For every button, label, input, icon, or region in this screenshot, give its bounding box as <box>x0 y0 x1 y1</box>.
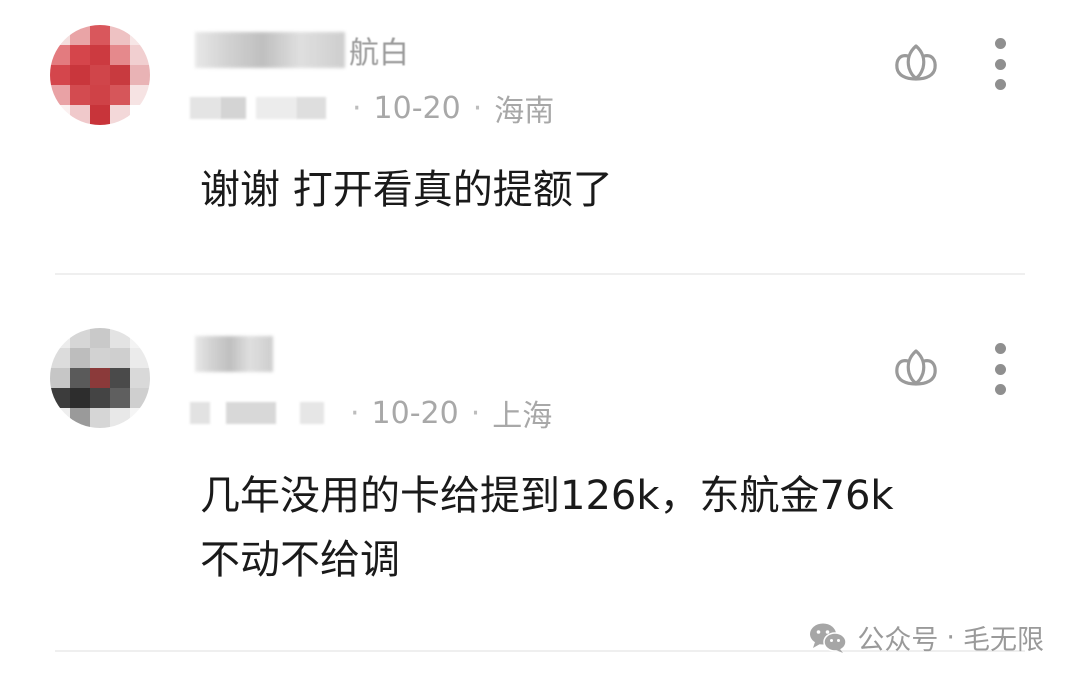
meta-separator: · <box>350 395 360 431</box>
comment-location: 海南 <box>494 94 555 129</box>
meta-separator: · <box>472 90 483 126</box>
more-vertical-icon-dot <box>994 384 1006 395</box>
lotus-like-icon <box>895 44 937 81</box>
more-options-button[interactable] <box>985 38 1015 90</box>
username-visible-part: 航白 <box>349 36 409 71</box>
like-button[interactable] <box>890 40 942 88</box>
more-options-button[interactable] <box>985 343 1015 395</box>
more-vertical-icon-dot <box>994 38 1006 49</box>
watermark-account: 毛无限 <box>963 625 1044 656</box>
meta-separator: · <box>352 90 362 126</box>
meta-separator: · <box>470 395 481 431</box>
username[interactable]: 航白 <box>195 30 409 71</box>
watermark-separator: · <box>946 622 955 653</box>
member-badge-redacted <box>190 402 324 424</box>
comment-location: 上海 <box>492 399 553 434</box>
comment-text-line: 几年没用的卡给提到126k，东航金76k <box>200 473 894 519</box>
divider <box>55 273 1025 275</box>
comment-text: 几年没用的卡给提到126k，东航金76k 不动不给调 <box>200 464 1020 592</box>
comment-date: 10-20 <box>371 395 459 431</box>
watermark-label: 公众号 <box>857 625 939 656</box>
username-redacted <box>195 32 345 68</box>
member-badge-redacted <box>190 97 326 119</box>
avatar-mosaic <box>50 25 150 125</box>
comment-meta: · 10-20 · 上海 <box>190 391 552 435</box>
more-vertical-icon-dot <box>994 58 1006 70</box>
username-redacted <box>195 336 273 372</box>
lotus-like-icon <box>895 349 937 386</box>
comment-list: 航白 · 10-20 · 海南 谢谢 打开看真的提额了 · 10-20 · 上海… <box>0 0 1080 683</box>
comment-text-line: 不动不给调 <box>200 537 400 583</box>
wechat-icon <box>810 623 848 653</box>
comment-meta: · 10-20 · 海南 <box>190 86 554 130</box>
comment-date: 10-20 <box>373 90 461 126</box>
more-vertical-icon-dot <box>994 79 1006 90</box>
avatar[interactable] <box>50 328 150 428</box>
more-vertical-icon-dot <box>994 363 1006 375</box>
more-vertical-icon-dot <box>994 343 1006 354</box>
comment-text: 谢谢 打开看真的提额了 <box>200 167 613 213</box>
username[interactable] <box>195 334 273 374</box>
avatar[interactable] <box>50 25 150 125</box>
like-button[interactable] <box>890 345 942 393</box>
avatar-mosaic <box>50 328 150 428</box>
watermark: 公众号 · 毛无限 <box>809 618 1044 657</box>
